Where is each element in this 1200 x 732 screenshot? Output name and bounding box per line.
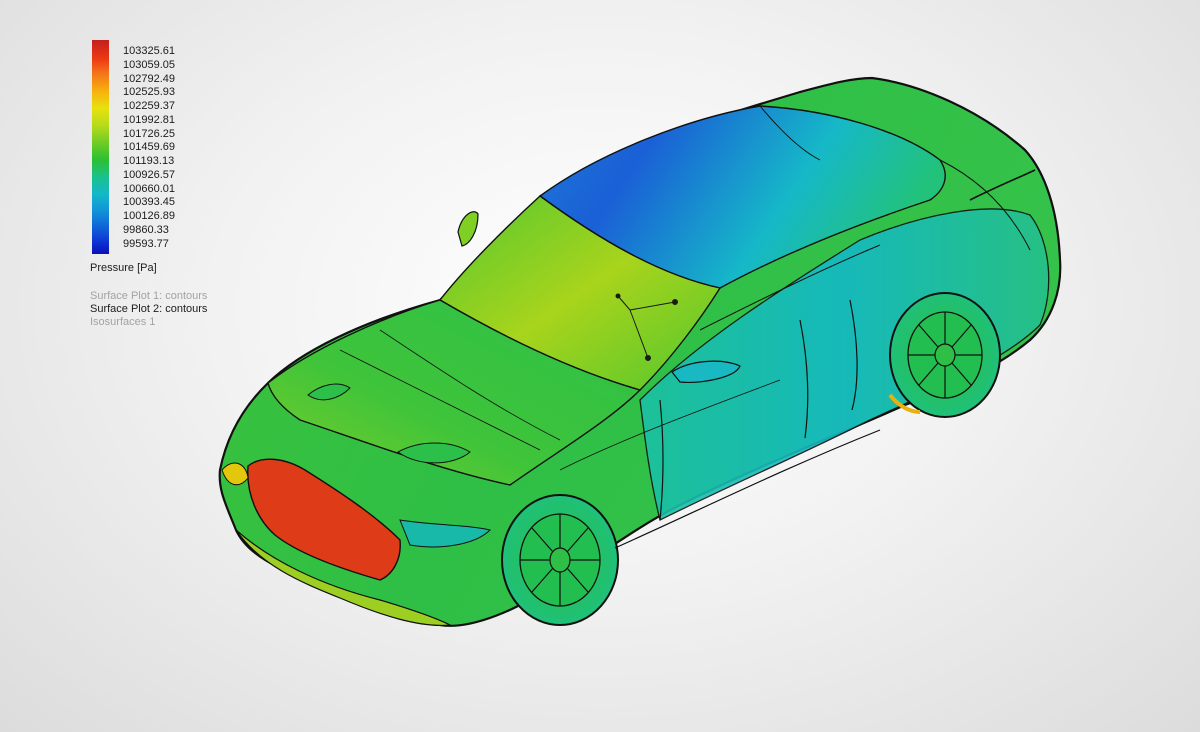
legend-tick: 102525.93 (123, 86, 175, 99)
legend-tick: 103325.61 (123, 45, 175, 57)
plot-item-isosurfaces[interactable]: Isosurfaces 1 (90, 316, 207, 329)
front-wheel (501, 494, 619, 626)
legend-tick: 101193.13 (123, 155, 175, 167)
legend-tick: 99593.77 (123, 237, 169, 250)
color-bar (92, 40, 109, 254)
side-mirror-left (457, 211, 479, 247)
legend-title: Pressure [Pa] (90, 262, 157, 274)
legend-tick: 102792.49 (123, 72, 175, 85)
plot-item-surface-2[interactable]: Surface Plot 2: contours (90, 303, 207, 316)
legend-tick: 99860.33 (123, 223, 169, 236)
legend-tick: 100926.57 (123, 168, 175, 181)
rear-wheel (889, 292, 1001, 418)
plot-list: Surface Plot 1: contours Surface Plot 2:… (90, 290, 207, 329)
plot-item-surface-1[interactable]: Surface Plot 1: contours (90, 290, 207, 303)
legend-tick: 102259.37 (123, 100, 175, 112)
pressure-legend: 103325.61 103059.05 102792.49 102525.93 … (90, 40, 290, 340)
legend-tick: 100393.45 (123, 196, 175, 209)
legend-tick: 103059.05 (123, 58, 175, 71)
legend-ticks: 103325.61 103059.05 102792.49 102525.93 … (123, 45, 175, 251)
legend-tick: 101726.25 (123, 127, 175, 140)
legend-tick: 101459.69 (123, 141, 175, 154)
legend-tick: 100126.89 (123, 210, 175, 222)
legend-tick: 100660.01 (123, 182, 175, 195)
legend-tick: 101992.81 (123, 113, 175, 126)
